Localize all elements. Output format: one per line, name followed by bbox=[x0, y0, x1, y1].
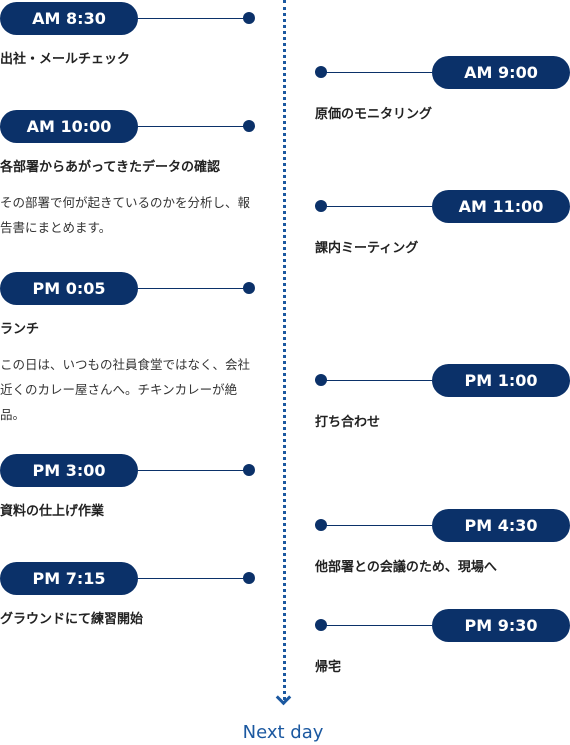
schedule-title: 出社・メールチェック bbox=[0, 52, 131, 67]
timeline-dot bbox=[243, 120, 255, 132]
connector-line bbox=[321, 625, 432, 626]
schedule-title: 帰宅 bbox=[315, 660, 342, 675]
time-badge: PM 7:15 bbox=[0, 562, 138, 595]
time-badge: PM 1:00 bbox=[432, 364, 570, 397]
time-badge: AM 10:00 bbox=[0, 110, 138, 143]
time-badge: AM 9:00 bbox=[432, 56, 570, 89]
time-badge: PM 9:30 bbox=[432, 609, 570, 642]
time-badge: PM 0:05 bbox=[0, 272, 138, 305]
time-badge: AM 8:30 bbox=[0, 2, 138, 35]
connector-line bbox=[321, 525, 432, 526]
chevron-down-icon bbox=[275, 689, 292, 706]
connector-line bbox=[321, 72, 432, 73]
schedule-description: その部署で何が起きているのかを分析し、報告書にまとめます。 bbox=[0, 195, 251, 235]
connector-line bbox=[138, 470, 249, 471]
schedule-title: 他部署との会議のため、現場へ bbox=[315, 560, 497, 575]
schedule-title: 各部署からあがってきたデータの確認 bbox=[0, 160, 220, 175]
timeline-dot bbox=[243, 464, 255, 476]
connector-line bbox=[138, 288, 249, 289]
next-day-label: Next day bbox=[242, 722, 324, 743]
time-badge: PM 4:30 bbox=[432, 509, 570, 542]
schedule-title: グラウンドにて練習開始 bbox=[0, 612, 144, 627]
timeline-dotted-line bbox=[283, 0, 286, 700]
schedule-title: 原価のモニタリング bbox=[315, 107, 433, 122]
schedule-title: 課内ミーティング bbox=[315, 241, 419, 256]
time-badge: PM 3:00 bbox=[0, 454, 138, 487]
schedule-title: 打ち合わせ bbox=[315, 415, 381, 430]
connector-line bbox=[138, 126, 249, 127]
timeline-dot bbox=[243, 282, 255, 294]
schedule-title: 資料の仕上げ作業 bbox=[0, 504, 105, 519]
schedule-description: この日は、いつもの社員食堂ではなく、会社近くのカレー屋さんへ。チキンカレーが絶品… bbox=[0, 357, 251, 422]
time-badge: AM 11:00 bbox=[432, 190, 570, 223]
connector-line bbox=[138, 18, 249, 19]
timeline-dot bbox=[243, 572, 255, 584]
schedule-title: ランチ bbox=[0, 322, 40, 337]
timeline-dot bbox=[243, 12, 255, 24]
connector-line bbox=[321, 206, 432, 207]
connector-line bbox=[321, 380, 432, 381]
connector-line bbox=[138, 578, 249, 579]
